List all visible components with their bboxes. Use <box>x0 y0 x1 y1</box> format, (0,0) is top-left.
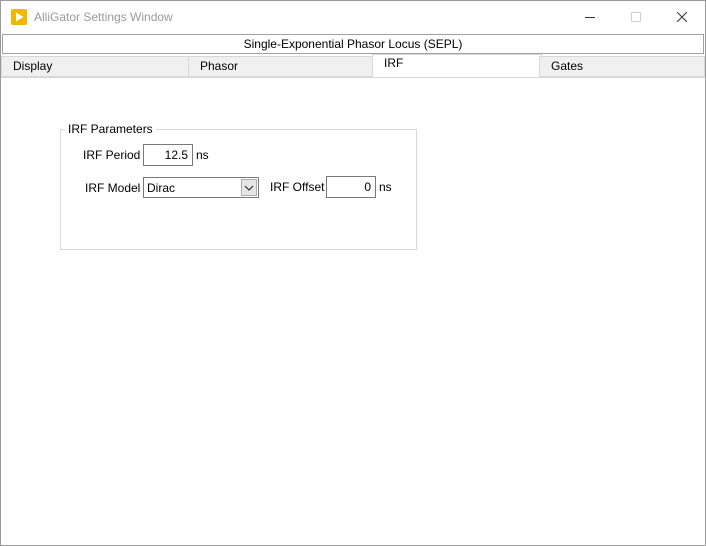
title-bar[interactable]: AlliGator Settings Window <box>1 1 705 33</box>
tab-display[interactable]: Display <box>1 56 189 77</box>
irf-model-label: IRF Model <box>85 181 141 195</box>
settings-window: AlliGator Settings Window Single-Exponen… <box>0 0 706 546</box>
irf-period-input[interactable]: 12.5 <box>143 144 193 166</box>
irf-period-label: IRF Period <box>83 148 141 162</box>
phasor-mode-banner: Single-Exponential Phasor Locus (SEPL) <box>2 34 704 54</box>
settings-tabs: Display Phasor IRF Gates <box>1 54 705 78</box>
tab-irf[interactable]: IRF <box>372 54 542 77</box>
irf-model-select[interactable]: Dirac <box>143 177 259 198</box>
irf-offset-label: IRF Offset <box>270 180 325 194</box>
irf-tab-panel: IRF Parameters IRF Period 12.5 ns IRF Mo… <box>1 78 705 545</box>
irf-model-dropdown-button[interactable] <box>241 179 257 196</box>
minimize-icon <box>585 17 595 18</box>
maximize-icon <box>631 12 641 22</box>
close-icon <box>677 12 687 22</box>
alligator-app-icon <box>11 9 27 25</box>
minimize-button[interactable] <box>567 1 613 33</box>
close-button[interactable] <box>659 1 705 33</box>
irf-parameters-title: IRF Parameters <box>65 122 156 136</box>
tab-phasor[interactable]: Phasor <box>188 56 374 77</box>
irf-model-value: Dirac <box>147 181 176 195</box>
irf-period-unit: ns <box>196 148 209 162</box>
irf-offset-unit: ns <box>379 180 392 194</box>
maximize-button[interactable] <box>613 1 659 33</box>
chevron-down-icon <box>244 185 254 191</box>
tab-gates[interactable]: Gates <box>539 56 705 77</box>
window-title: AlliGator Settings Window <box>34 10 173 24</box>
irf-offset-input[interactable]: 0 <box>326 176 376 198</box>
